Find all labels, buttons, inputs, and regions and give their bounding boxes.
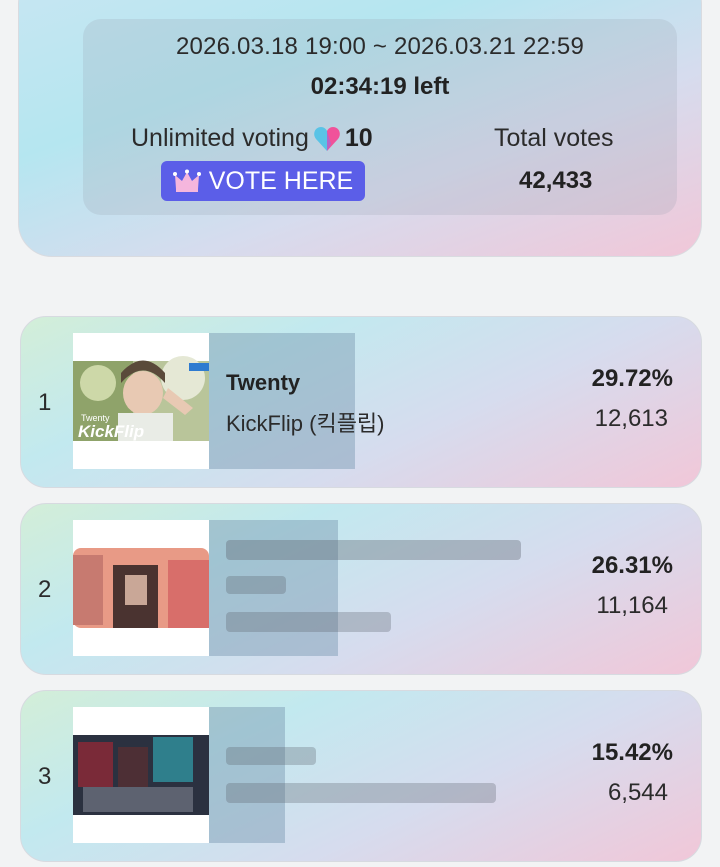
vote-count: 12,613 xyxy=(594,405,668,432)
vote-here-label: VOTE HERE xyxy=(208,166,354,195)
vote-cost: 10 xyxy=(344,124,373,152)
heart-icon xyxy=(313,126,341,152)
song-title: Twenty xyxy=(226,370,301,395)
total-votes-label: Total votes xyxy=(494,124,614,152)
blurred-artist xyxy=(226,783,496,803)
rank-number: 3 xyxy=(38,763,52,790)
thumb-caption-big: KickFlip xyxy=(78,422,144,441)
vote-here-button[interactable]: VOTE HERE xyxy=(161,161,365,201)
vote-percent: 15.42% xyxy=(591,739,673,766)
vote-count: 11,164 xyxy=(596,592,668,619)
vote-share-bar xyxy=(209,333,355,469)
vote-count: 6,544 xyxy=(607,779,668,806)
blurred-subtitle xyxy=(226,576,286,594)
crown-icon xyxy=(172,169,201,193)
blurred-artist xyxy=(226,612,391,632)
ranking-row-1[interactable]: 1 Twenty KickFlip Twenty KickFlip (킥플립) … xyxy=(20,316,702,488)
ranking-row-3[interactable]: 3 15.42% 6,544 xyxy=(20,690,702,862)
vote-share-bar xyxy=(209,707,285,843)
unlimited-voting-label: Unlimited voting xyxy=(131,124,309,152)
rank-number: 2 xyxy=(38,576,52,603)
ranking-row-2[interactable]: 2 26.31% 11,164 xyxy=(20,503,702,675)
rank-number: 1 xyxy=(38,389,52,416)
vote-info-panel: 2026.03.18 19:00 ~ 2026.03.21 22:59 02:3… xyxy=(83,19,677,215)
thumbnail-image: Twenty KickFlip xyxy=(73,333,209,469)
vote-info-card: 2026.03.18 19:00 ~ 2026.03.21 22:59 02:3… xyxy=(18,0,702,257)
vote-period: 2026.03.18 19:00 ~ 2026.03.21 22:59 xyxy=(175,33,585,60)
total-votes-value: 42,433 xyxy=(519,167,593,194)
artist-name: KickFlip (킥플립) xyxy=(226,411,385,436)
thumbnail-image xyxy=(73,520,209,656)
time-left: 02:34:19 left xyxy=(310,73,450,100)
thumbnail-image xyxy=(73,707,209,843)
vote-percent: 29.72% xyxy=(591,365,673,392)
blurred-title xyxy=(226,540,521,560)
unlimited-voting: Unlimited voting 10 xyxy=(131,124,373,153)
vote-percent: 26.31% xyxy=(591,552,673,579)
blurred-title xyxy=(226,747,316,765)
